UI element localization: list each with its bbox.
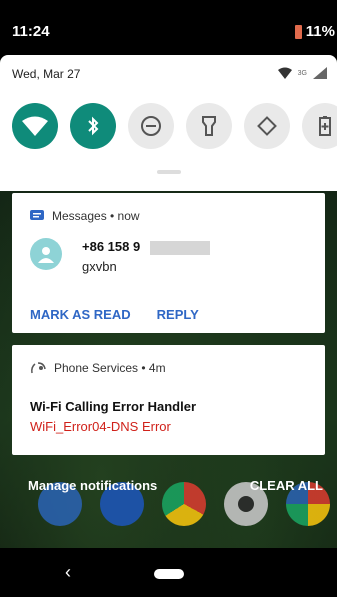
battery-icon [294, 24, 302, 39]
messages-app-icon [30, 210, 44, 220]
phone-services-app-header: Phone Services • 4m [30, 361, 166, 375]
phone-services-notification[interactable]: Phone Services • 4m Wi-Fi Calling Error … [12, 345, 325, 455]
status-bar: 11:24 11% [0, 0, 337, 60]
phone-services-app-label: Phone Services • 4m [54, 361, 166, 375]
messages-app-header: Messages • now [30, 209, 140, 223]
reply-button[interactable]: REPLY [157, 307, 199, 322]
wifi-tile[interactable] [12, 103, 58, 149]
back-icon[interactable]: ‹ [65, 562, 71, 583]
wifi-icon [22, 116, 48, 136]
message-actions: MARK AS READ REPLY [30, 307, 199, 322]
wifi-calling-icon [31, 362, 46, 374]
qs-date: Wed, Mar 27 [12, 67, 81, 81]
message-text: gxvbn [82, 259, 117, 274]
messages-notification[interactable]: Messages • now +86 158 9 gxvbn MARK AS R… [12, 193, 325, 333]
battery-percent: 11% [305, 23, 335, 40]
manage-notifications-button[interactable]: Manage notifications [28, 478, 157, 493]
network-indicators: 3G [277, 67, 327, 79]
messages-app-label: Messages • now [52, 209, 140, 223]
sender-avatar [30, 238, 62, 270]
auto-rotate-tile[interactable] [244, 103, 290, 149]
quick-settings-panel[interactable]: Wed, Mar 27 3G [0, 55, 337, 191]
battery-saver-icon [319, 116, 331, 136]
home-pill-button[interactable] [154, 569, 184, 579]
flashlight-tile[interactable] [186, 103, 232, 149]
redacted-digits [149, 240, 210, 255]
battery-saver-tile[interactable] [302, 103, 337, 149]
network-type-label: 3G [297, 69, 307, 77]
flashlight-icon [202, 116, 216, 136]
quick-settings-tiles [12, 103, 337, 149]
bluetooth-tile[interactable] [70, 103, 116, 149]
auto-rotate-icon [257, 116, 277, 136]
do-not-disturb-tile[interactable] [128, 103, 174, 149]
mark-as-read-button[interactable]: MARK AS READ [30, 307, 131, 322]
person-icon [38, 247, 54, 263]
notification-error-text: WiFi_Error04-DNS Error [30, 419, 171, 434]
cell-signal-icon [313, 67, 327, 79]
wifi-signal-icon [277, 67, 292, 79]
do-not-disturb-icon [141, 116, 161, 136]
status-time: 11:24 [12, 23, 50, 40]
notification-footer: Manage notifications CLEAR ALL [0, 473, 337, 497]
notification-title: Wi-Fi Calling Error Handler [30, 399, 197, 414]
qs-expand-handle[interactable] [157, 170, 181, 174]
sender-number: +86 158 9 [82, 239, 210, 255]
battery-indicator: 11% [294, 23, 335, 40]
bluetooth-icon [88, 116, 99, 136]
navigation-bar: ‹ [0, 548, 337, 597]
clear-all-button[interactable]: CLEAR ALL [250, 478, 323, 493]
camera-lens [238, 496, 254, 512]
